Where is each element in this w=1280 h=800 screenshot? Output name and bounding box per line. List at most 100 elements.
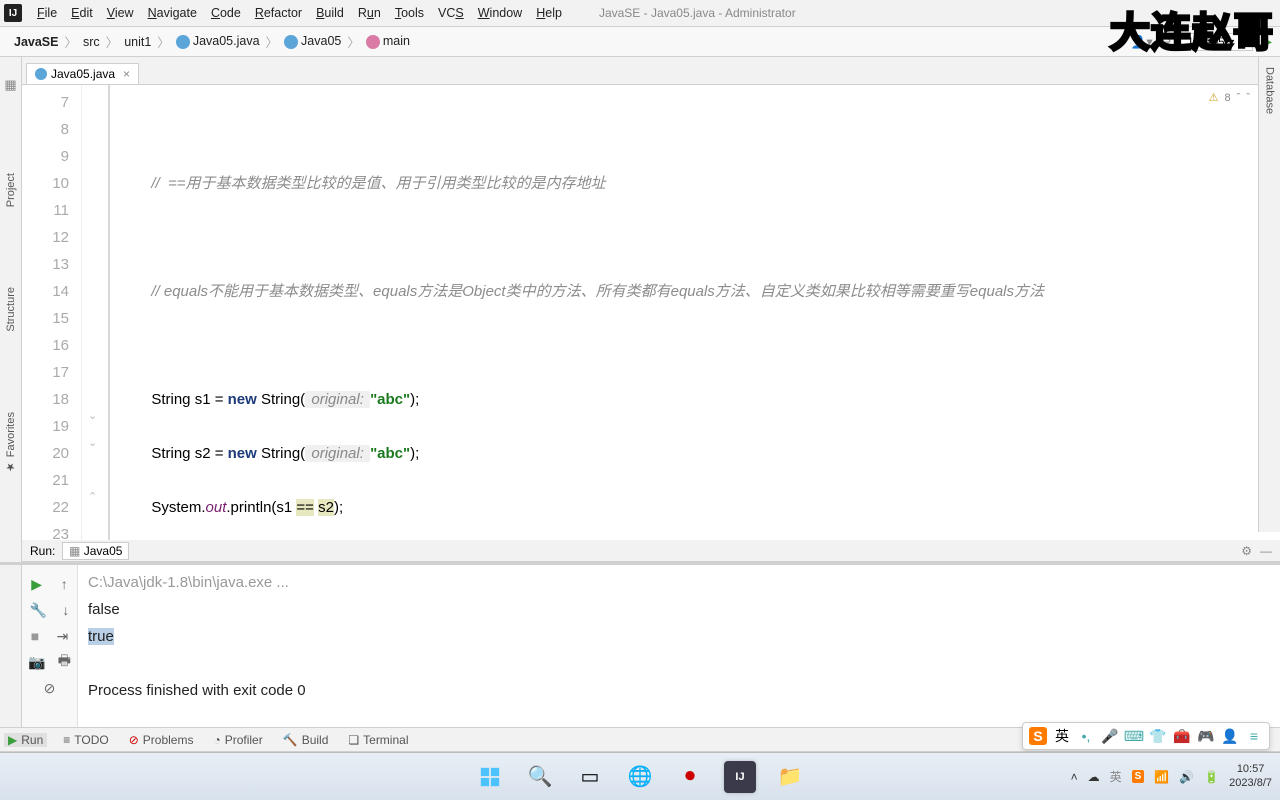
database-tool-button[interactable]: Database — [1264, 67, 1276, 114]
navigation-bar: JavaSE〉 src〉 unit1〉 Java05.java〉 Java05〉… — [0, 27, 1280, 57]
ime-lang-label[interactable]: 英 — [1053, 727, 1071, 745]
minimize-icon[interactable]: — — [1260, 544, 1272, 558]
menu-file[interactable]: File — [30, 6, 64, 20]
ime-punct-icon[interactable]: •, — [1077, 727, 1095, 745]
menu-edit[interactable]: Edit — [64, 6, 100, 20]
menu-view[interactable]: View — [100, 6, 141, 20]
task-view-button[interactable]: ▭ — [574, 761, 606, 793]
tray-sogou-icon[interactable]: S — [1132, 770, 1145, 783]
clock[interactable]: 10:572023/8/7 — [1229, 763, 1272, 789]
project-tool-button[interactable]: Project — [5, 173, 17, 207]
run-tab[interactable]: ▦ Java05 — [62, 542, 129, 560]
menu-tools[interactable]: Tools — [388, 6, 431, 20]
fold-open-icon[interactable]: ⌃ — [88, 490, 97, 503]
run-toolbar: ▶ ↑ 🔧 ↓ ■ ⇥ 📷 🖶 ⊘ — [22, 565, 78, 727]
tray-wifi-icon[interactable]: 📶 — [1154, 770, 1169, 784]
stop-icon[interactable]: ■ — [31, 628, 39, 644]
exit-icon[interactable]: ⊘ — [44, 680, 56, 697]
inspection-badge[interactable]: ⚠8 ˆ ˇ — [1209, 91, 1250, 104]
system-tray: ˄ ☁ 英 S 📶 🔊 🔋 10:572023/8/7 — [1071, 763, 1272, 789]
crumb-file[interactable]: Java05.java — [170, 34, 266, 49]
class-icon — [284, 35, 298, 49]
chevron-up-icon[interactable]: ˆ — [1237, 92, 1241, 104]
crumb-package[interactable]: unit1 — [118, 35, 157, 49]
ime-keyboard-icon[interactable]: ⌨ — [1125, 727, 1143, 745]
problems-tool-button[interactable]: ⊘Problems — [125, 733, 198, 747]
explorer-icon[interactable]: 📁 — [774, 761, 806, 793]
favorites-tool-button[interactable]: ★ Favorites — [4, 412, 17, 473]
right-tool-strip: Database — [1258, 57, 1280, 532]
ime-menu-icon[interactable]: ≡ — [1245, 727, 1263, 745]
build-tool-button[interactable]: 🔨Build — [279, 733, 333, 747]
start-button[interactable] — [474, 761, 506, 793]
terminal-tool-button[interactable]: ❏Terminal — [344, 733, 412, 747]
menu-refactor[interactable]: Refactor — [248, 6, 309, 20]
tray-onedrive-icon[interactable]: ☁ — [1088, 770, 1100, 784]
tab-java05[interactable]: Java05.java × — [26, 63, 139, 84]
ime-tool-icon[interactable]: 🧰 — [1173, 727, 1191, 745]
menu-build[interactable]: Build — [309, 6, 351, 20]
chrome-icon[interactable]: 🌐 — [624, 761, 656, 793]
menu-navigate[interactable]: Navigate — [141, 6, 204, 20]
settings-icon[interactable]: ⚙ — [1241, 544, 1252, 558]
intellij-icon[interactable]: IJ — [724, 761, 756, 793]
ime-mic-icon[interactable]: 🎤 — [1101, 727, 1119, 745]
fold-close-icon[interactable]: ⌄ — [88, 436, 97, 449]
tray-volume-icon[interactable]: 🔊 — [1179, 770, 1194, 784]
run-tool-window: ▶ ↑ 🔧 ↓ ■ ⇥ 📷 🖶 ⊘ C:\Java\jdk-1.8\bin\java.e… — [0, 562, 1280, 727]
menu-code[interactable]: Code — [204, 6, 248, 20]
down-icon[interactable]: ↓ — [62, 602, 69, 618]
window-title: JavaSE - Java05.java - Administrator — [599, 6, 796, 20]
method-icon — [366, 35, 380, 49]
crumb-src[interactable]: src — [77, 35, 106, 49]
ime-toolbar[interactable]: S 英 •, 🎤 ⌨ 👕 🧰 🎮 👤 ≡ — [1022, 722, 1270, 750]
menu-vcs[interactable]: VCS — [431, 6, 471, 20]
record-icon[interactable]: ⏺ — [674, 761, 706, 793]
crumb-method[interactable]: main — [360, 34, 416, 49]
chevron-down-icon[interactable]: ˇ — [1246, 92, 1250, 104]
console-output[interactable]: C:\Java\jdk-1.8\bin\java.exe ... false t… — [78, 565, 1280, 727]
search-button[interactable]: 🔍 — [524, 761, 556, 793]
tray-ime-icon[interactable]: 英 — [1110, 768, 1122, 785]
tray-battery-icon[interactable]: 🔋 — [1204, 770, 1219, 784]
edit-config-icon[interactable]: 🔧 — [30, 602, 47, 619]
ide-logo-icon: IJ — [4, 4, 22, 22]
up-icon[interactable]: ↑ — [61, 576, 68, 592]
run-label: Run: — [30, 544, 55, 558]
menu-window[interactable]: Window — [471, 6, 529, 20]
warning-icon: ⚠ — [1209, 91, 1219, 104]
watermark-text: 大连赵哥 — [1110, 0, 1274, 58]
profiler-tool-button[interactable]: ◔Profiler — [209, 733, 266, 747]
ime-user-icon[interactable]: 👤 — [1221, 727, 1239, 745]
run-tool-button[interactable]: ▶Run — [4, 733, 47, 747]
class-icon — [176, 35, 190, 49]
line-gutter: 7891011121314151617181920212223 — [22, 85, 82, 562]
structure-tool-button[interactable]: Structure — [5, 287, 17, 332]
camera-icon[interactable]: 📷 — [28, 654, 45, 671]
todo-tool-button[interactable]: ≡TODO — [59, 733, 112, 747]
tab-label: Java05.java — [51, 67, 115, 81]
menu-run[interactable]: Run — [351, 6, 388, 20]
left-tool-strip: ▦ Project Structure ★ Favorites — [0, 57, 22, 562]
menu-bar: IJ File Edit View Navigate Code Refactor… — [0, 0, 1280, 27]
tray-chevron-icon[interactable]: ˄ — [1071, 770, 1078, 784]
windows-taskbar: 🔍 ▭ 🌐 ⏺ IJ 📁 ˄ ☁ 英 S 📶 🔊 🔋 10:572023/8/7 — [0, 752, 1280, 800]
rerun-icon[interactable]: ▶ — [31, 576, 42, 593]
project-tool-icon[interactable]: ▦ — [4, 77, 16, 93]
close-tab-icon[interactable]: × — [123, 67, 130, 81]
crumb-class[interactable]: Java05 — [278, 34, 347, 49]
menu-help[interactable]: Help — [529, 6, 569, 20]
run-panel-header: Run: ▦ Java05 ⚙ — — [22, 540, 1280, 562]
ime-skin-icon[interactable]: 👕 — [1149, 727, 1167, 745]
editor-tabs: Java05.java × — [22, 57, 1280, 85]
class-icon — [35, 68, 47, 80]
wrap-icon[interactable]: ⇥ — [57, 628, 69, 645]
crumb-project[interactable]: JavaSE — [8, 35, 64, 49]
fold-gutter[interactable]: ⌄ ⌄ ⌃ — [82, 85, 110, 562]
ime-game-icon[interactable]: 🎮 — [1197, 727, 1215, 745]
code-lines[interactable]: // ==用于基本数据类型比较的是值、用于引用类型比较的是内存地址 // equ… — [110, 85, 1280, 562]
code-editor[interactable]: ⚠8 ˆ ˇ 7891011121314151617181920212223 ⌄… — [22, 85, 1280, 562]
sogou-icon[interactable]: S — [1029, 727, 1047, 745]
print-icon[interactable]: 🖶 — [58, 650, 71, 674]
fold-close-icon[interactable]: ⌄ — [88, 409, 97, 422]
